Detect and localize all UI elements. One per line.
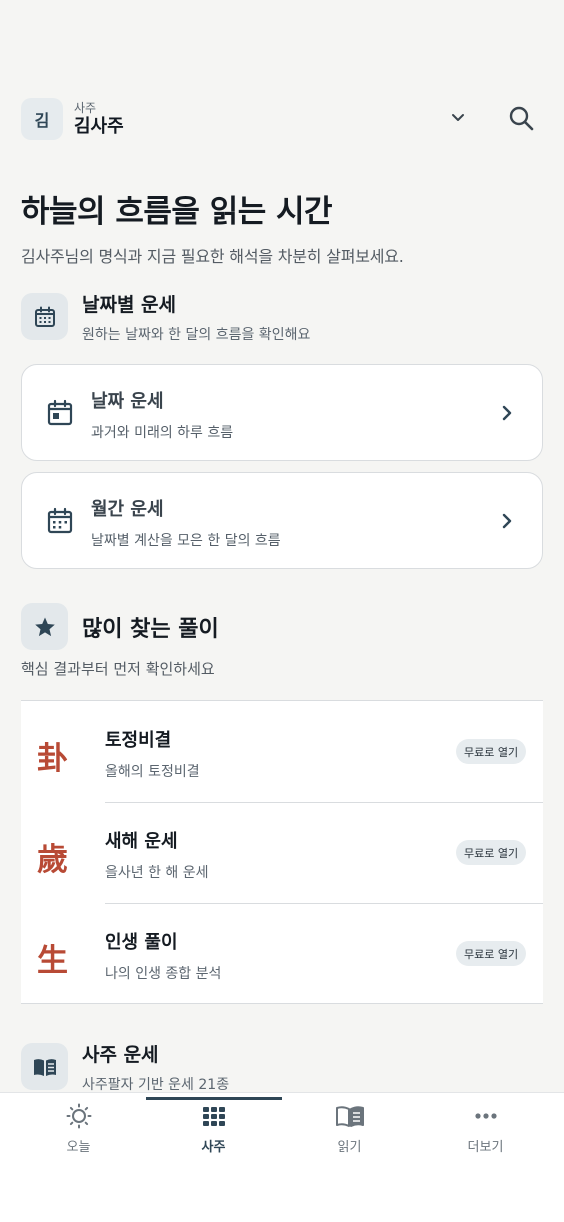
book-section-icon [21,1043,68,1090]
item-title: 새해 운세 [105,831,178,852]
calendar-day-icon [47,399,73,426]
tab-label: 더보기 [467,1140,504,1155]
calendar-section-icon [21,293,68,340]
item-subtitle: 올해의 토정비결 [105,764,200,780]
profile-selector[interactable]: 사주 김사주 [74,101,124,138]
list-item-life[interactable]: 生 인생 풀이 나의 인생 종합 분석 무료로 열기 [21,903,543,1004]
chevron-down-icon[interactable] [449,108,467,126]
tab-today[interactable]: 오늘 [11,1093,146,1163]
item-subtitle: 을사년 한 해 운세 [105,865,209,881]
chevron-right-icon [502,405,512,421]
card-title: 월간 운세 [91,499,164,520]
item-title: 인생 풀이 [105,932,178,953]
search-icon[interactable] [507,104,535,132]
card-subtitle: 날짜별 계산을 모은 한 달의 흐름 [91,533,281,549]
popular-list: 卦 토정비결 올해의 토정비결 무료로 열기 歲 새해 운세 을사년 한 해 운… [21,700,543,1004]
more-icon [474,1113,497,1119]
grid-icon [202,1107,225,1126]
item-subtitle: 나의 인생 종합 분석 [105,966,222,982]
tab-label: 오늘 [66,1140,91,1155]
section-title: 많이 찾는 풀이 [82,616,219,642]
hanja-symbol: 歲 [37,842,68,878]
tab-label: 사주 [201,1140,226,1155]
item-title: 토정비결 [105,730,172,751]
star-icon [21,603,68,650]
section-subtitle: 핵심 결과부터 먼저 확인하세요 [21,660,215,678]
page-title: 하늘의 흐름을 읽는 시간 [21,194,333,230]
open-free-badge[interactable]: 무료로 열기 [456,739,527,764]
section-subtitle: 원하는 날짜와 한 달의 흐름을 확인해요 [82,327,311,343]
card-title: 날짜 운세 [91,391,164,412]
section-title: 날짜별 운세 [82,294,177,316]
page-description: 김사주님의 명식과 지금 필요한 해석을 차분히 살펴보세요. [21,247,404,266]
book-icon [335,1106,364,1127]
daily-fortune-card[interactable]: 날짜 운세 과거와 미래의 하루 흐름 [21,364,543,461]
tab-read[interactable]: 읽기 [282,1093,417,1163]
card-subtitle: 과거와 미래의 하루 흐름 [91,425,234,441]
tab-saju[interactable]: 사주 [146,1093,281,1163]
hanja-symbol: 生 [37,943,68,979]
chevron-right-icon [502,513,512,529]
saju-section-header[interactable]: 사주 운세 사주팔자 기반 운세 21종 [21,1043,229,1094]
hanja-symbol: 卦 [37,741,68,777]
date-section-header: 날짜별 운세 원하는 날짜와 한 달의 흐름을 확인해요 [21,293,310,344]
section-title: 사주 운세 [82,1044,159,1066]
active-tab-indicator [146,1097,282,1100]
section-subtitle: 사주팔자 기반 운세 21종 [82,1077,230,1093]
profile-label: 사주 [74,100,97,115]
monthly-fortune-card[interactable]: 월간 운세 날짜별 계산을 모은 한 달의 흐름 [21,472,543,569]
bottom-tab-bar: 오늘 사주 읽기 더보기 [0,1092,564,1222]
calendar-month-icon [47,507,73,534]
tab-label: 읽기 [337,1140,362,1155]
list-item-tojeong[interactable]: 卦 토정비결 올해의 토정비결 무료로 열기 [21,701,543,802]
avatar[interactable]: 김 [21,98,63,140]
open-free-badge[interactable]: 무료로 열기 [456,840,527,865]
profile-header: 김 사주 김사주 [21,96,543,142]
open-free-badge[interactable]: 무료로 열기 [456,941,527,966]
sun-icon [66,1103,91,1129]
profile-name: 김사주 [74,115,124,137]
list-item-new-year[interactable]: 歲 새해 운세 을사년 한 해 운세 무료로 열기 [21,802,543,903]
popular-section-header: 많이 찾는 풀이 [21,603,219,650]
tab-more[interactable]: 더보기 [418,1093,553,1163]
